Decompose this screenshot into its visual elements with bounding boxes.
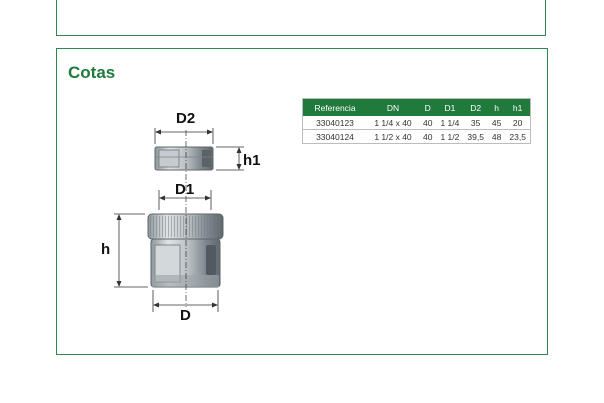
d1-label: D1 xyxy=(175,181,194,198)
h-label: h xyxy=(101,241,110,258)
table-cell: 33040123 xyxy=(302,116,367,130)
table-header-row: Referencia DN D D1 D2 h h1 xyxy=(302,98,531,116)
table-cell: 40 xyxy=(419,129,437,144)
d-label: D xyxy=(180,307,191,324)
table-cell: 1 1/2 x 40 xyxy=(367,129,419,144)
column-header: D1 xyxy=(436,98,464,116)
column-header: Referencia xyxy=(302,98,367,116)
body-part xyxy=(147,213,224,288)
table-cell: 1 1/2 xyxy=(436,129,464,144)
table-cell: 40 xyxy=(419,116,437,130)
column-header: h xyxy=(487,98,506,116)
dimension-drawing: D2 h1 D1 h D xyxy=(101,110,261,324)
d2-label: D2 xyxy=(176,110,195,127)
table-cell: 1 1/4 xyxy=(436,116,464,130)
table-cell: 1 1/4 x 40 xyxy=(367,116,419,130)
table-cell: 33040124 xyxy=(302,129,367,144)
table-cell: 35 xyxy=(463,116,488,130)
dimensions-table: Referencia DN D D1 D2 h h1 33040123 1 1/… xyxy=(302,98,531,144)
column-header: DN xyxy=(367,98,419,116)
table-row: 33040124 1 1/2 x 40 40 1 1/2 39,5 48 23,… xyxy=(302,129,531,144)
column-header: h1 xyxy=(505,98,531,116)
table-cell: 23,5 xyxy=(505,129,531,144)
nut-part xyxy=(154,146,214,171)
table-cell: 45 xyxy=(487,116,506,130)
table-cell: 20 xyxy=(505,116,531,130)
column-header: D2 xyxy=(463,98,488,116)
section-title: Cotas xyxy=(68,63,116,82)
table-cell: 48 xyxy=(487,129,506,144)
column-header: D xyxy=(419,98,437,116)
previous-section-box xyxy=(56,0,546,36)
table-cell: 39,5 xyxy=(463,129,488,144)
d2-dimension xyxy=(154,128,214,144)
h-dimension xyxy=(114,213,148,288)
h1-dimension xyxy=(216,146,244,171)
table-row: 33040123 1 1/4 x 40 40 1 1/4 35 45 20 xyxy=(302,116,531,130)
h1-label: h1 xyxy=(243,152,261,169)
